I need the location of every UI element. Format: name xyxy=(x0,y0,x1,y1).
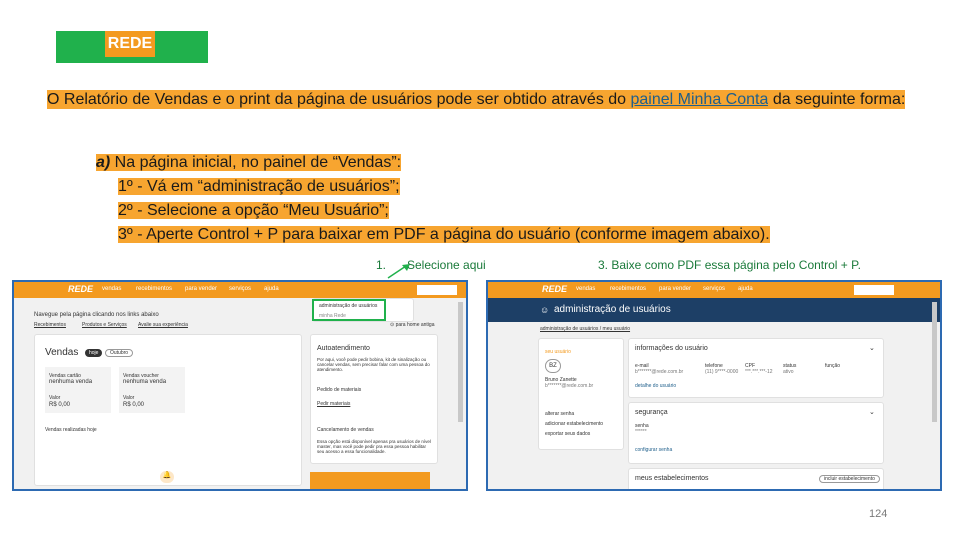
user-box-right xyxy=(854,285,894,295)
step-2: 2º - Selecione a opção “Meu Usuário”; xyxy=(118,202,389,219)
brand-logo: REDE xyxy=(105,31,155,57)
intro-text-1: O Relatório de Vendas e o print da págin… xyxy=(47,90,631,109)
nav-servicos[interactable]: serviços xyxy=(229,286,251,292)
step-letter: a) xyxy=(96,154,111,171)
detalhe-link[interactable]: detalhe do usuário xyxy=(635,383,676,389)
user-box xyxy=(417,285,457,295)
callout-1-number: 1. xyxy=(376,258,387,272)
vendas-hoje: Vendas realizadas hoje xyxy=(45,427,97,433)
seguranca-card: segurança ⌄ senha ****** configurar senh… xyxy=(628,402,884,464)
nav-recebimentos-right[interactable]: recebimentos xyxy=(610,286,646,292)
chip-outubro[interactable]: Outubro xyxy=(105,349,134,357)
step-3: 3º - Aperte Control + P para baixar em P… xyxy=(118,226,770,243)
nav-servicos-right[interactable]: serviços xyxy=(703,286,725,292)
card-cartao: Vendas cartão nenhuma venda Valor R$ 0,0… xyxy=(45,367,111,413)
cancel-title: Cancelamento de vendas xyxy=(317,427,374,433)
card-cartao-value: nenhuma venda xyxy=(49,379,93,385)
exportar-dados[interactable]: exportar seus dados xyxy=(545,431,590,437)
home-antiga-link[interactable]: ⊙ para home antiga xyxy=(390,322,435,328)
nav-vendas[interactable]: vendas xyxy=(102,286,121,292)
tab-recebimentos[interactable]: Recebimentos xyxy=(34,322,66,328)
info-title: informações do usuário xyxy=(635,345,708,352)
alterar-senha[interactable]: alterar senha xyxy=(545,411,574,417)
breadcrumb[interactable]: administração de usuários / meu usuário xyxy=(540,326,630,332)
admin-title: administração de usuários xyxy=(554,304,671,315)
card-cartao-valor-label: Valor xyxy=(49,395,61,401)
scrollbar[interactable] xyxy=(458,302,463,422)
value-email: b*******@rede.com.br xyxy=(635,369,684,375)
value-telefone: (11) 9****-0000 xyxy=(705,369,739,375)
chevron-down-icon-2[interactable]: ⌄ xyxy=(869,408,875,416)
value-cpf: ***.***.***-12 xyxy=(745,369,773,375)
senha-value: ****** xyxy=(635,429,647,435)
nav-ajuda-right[interactable]: ajuda xyxy=(738,286,753,292)
auto-title: Autoatendimento xyxy=(317,345,370,352)
nav-ajuda[interactable]: ajuda xyxy=(264,286,279,292)
rede-logo: REDE xyxy=(68,284,94,294)
user-email: b*******@rede.com.br xyxy=(545,383,594,389)
pedido-materiais: Pedido de materiais xyxy=(317,387,362,393)
chip-hoje[interactable]: hoje xyxy=(85,349,103,357)
navigate-text: Navegue pela página clicando nos links a… xyxy=(34,312,159,318)
info-card: informações do usuário ⌄ e-mail telefone… xyxy=(628,338,884,398)
pedir-materiais-link[interactable]: Pedir materiais xyxy=(317,401,350,407)
intro-text-2: da seguinte forma: xyxy=(768,90,906,109)
avatar: BZ xyxy=(545,359,561,373)
bell-icon[interactable]: 🔔 xyxy=(160,471,174,483)
vendas-title: Vendas xyxy=(45,347,79,358)
vendas-card: Vendas hoje Outubro Vendas cartão nenhum… xyxy=(34,334,302,486)
screenshot-nav-right: REDE vendas recebimentos para vender ser… xyxy=(488,282,940,298)
rede-logo-right: REDE xyxy=(542,284,568,294)
card-voucher-value: nenhuma venda xyxy=(123,379,167,385)
estab-card: meus estabelecimentos incluir estabeleci… xyxy=(628,468,884,489)
incluir-estab-button[interactable]: incluir estabelecimento xyxy=(819,475,880,483)
promo-banner xyxy=(310,472,430,489)
auto-desc: Por aqui, você pode pedir bobina, kit de… xyxy=(317,357,430,372)
minha-conta-link[interactable]: painel Minha Conta xyxy=(631,91,769,108)
user-card: seu usuário BZ Bruno Zanette b*******@re… xyxy=(538,338,624,450)
adicionar-estabelecimento[interactable]: adicionar estabelecimento xyxy=(545,421,603,427)
nav-para-vender-right[interactable]: para vender xyxy=(659,286,691,292)
intro-paragraph: O Relatório de Vendas e o print da págin… xyxy=(47,88,919,111)
card-voucher: Vendas voucher nenhuma venda Valor R$ 0,… xyxy=(119,367,185,413)
callout-1-text: Selecione aqui xyxy=(407,258,486,272)
seguranca-title: segurança xyxy=(635,409,668,416)
value-status: ativo xyxy=(783,369,794,375)
tab-avalie[interactable]: Avalie sua experiência xyxy=(138,322,188,328)
screenshot-home: REDE vendas recebimentos para vender ser… xyxy=(12,280,468,491)
card-voucher-valor-label: Valor xyxy=(123,395,135,401)
step-1: 1º - Vá em “administração de usuários”; xyxy=(118,178,400,195)
card-voucher-valor: R$ 0,00 xyxy=(123,402,145,408)
estab-title: meus estabelecimentos xyxy=(635,475,709,482)
screenshot-user-page: REDE vendas recebimentos para vender ser… xyxy=(486,280,942,491)
cancel-desc: Essa opção está disponível apenas pra us… xyxy=(317,439,431,454)
select-highlight xyxy=(312,299,386,321)
nav-vendas-right[interactable]: vendas xyxy=(576,286,595,292)
step-heading: Na página inicial, no painel de “Vendas”… xyxy=(110,154,402,171)
callout-3-text: 3. Baixe como PDF essa página pelo Contr… xyxy=(598,258,861,272)
chevron-down-icon[interactable]: ⌄ xyxy=(869,344,875,352)
user-band-icon: ☺ xyxy=(540,305,550,315)
field-funcao: função xyxy=(825,363,841,369)
nav-recebimentos[interactable]: recebimentos xyxy=(136,286,172,292)
screenshot-nav: REDE vendas recebimentos para vender ser… xyxy=(14,282,466,298)
steps-list: a) Na página inicial, no painel de “Vend… xyxy=(96,151,770,247)
scrollbar-right[interactable] xyxy=(932,302,937,422)
autoatendimento-card: Autoatendimento Por aqui, você pode pedi… xyxy=(310,334,438,464)
nav-para-vender[interactable]: para vender xyxy=(185,286,217,292)
admin-band: ☺ administração de usuários xyxy=(488,298,940,322)
configurar-senha-link[interactable]: configurar senha xyxy=(635,447,672,453)
seu-usuario-label: seu usuário xyxy=(545,349,571,355)
tab-produtos[interactable]: Produtos e Serviços xyxy=(82,322,127,328)
card-cartao-valor: R$ 0,00 xyxy=(49,402,71,408)
page-number: 124 xyxy=(869,508,888,520)
